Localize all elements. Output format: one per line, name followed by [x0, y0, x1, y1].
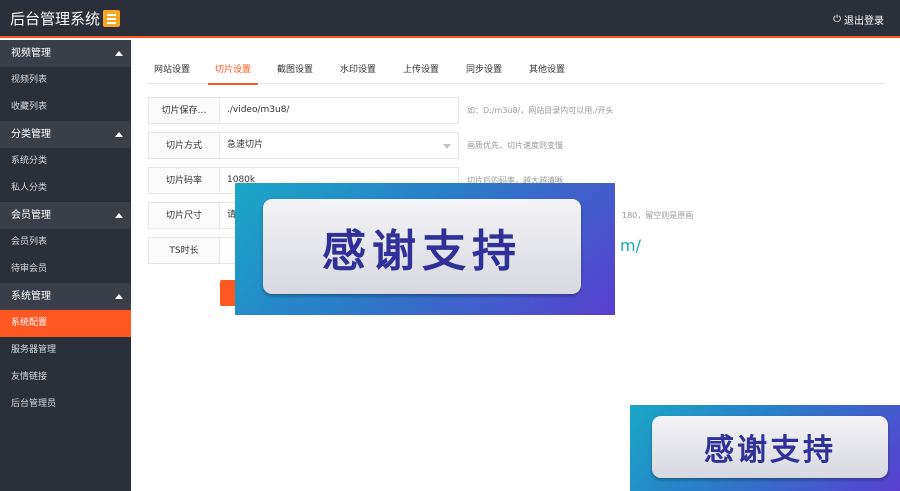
banner-plate: 感谢支持: [263, 199, 581, 294]
chevron-down-icon: [443, 144, 451, 149]
sidebar-item-video-list[interactable]: 视频列表: [0, 67, 131, 94]
tab-upload[interactable]: 上传设置: [396, 57, 446, 84]
sidebar-item-system-category[interactable]: 系统分类: [0, 148, 131, 175]
menu-icon[interactable]: [103, 10, 120, 27]
form-row-slice-path: 切片保存… ./video/m3u8/ 如：D:/m3u8/，网站目录内可以用.…: [148, 97, 614, 124]
field-label: 切片码率: [148, 167, 220, 194]
banner-text: 感谢支持: [704, 433, 836, 468]
sidebar-item-system-config[interactable]: 系统配置: [0, 310, 131, 337]
tab-watermark[interactable]: 水印设置: [333, 57, 383, 84]
tab-slice[interactable]: 切片设置: [208, 57, 258, 85]
banner-plate: 感谢支持: [652, 416, 888, 478]
sidebar-group-system[interactable]: 系统管理: [0, 283, 131, 310]
group-label: 系统管理: [11, 291, 51, 302]
thanks-banner-small: 感谢支持: [630, 405, 900, 491]
url-fragment: m/: [618, 232, 674, 260]
thanks-banner: 感谢支持: [235, 183, 615, 315]
field-label: 切片保存…: [148, 97, 220, 124]
sidebar: 视频管理 视频列表 收藏列表 分类管理 系统分类 私人分类 会员管理 会员列表 …: [0, 40, 131, 491]
form-row-slice-mode: 切片方式 急速切片 画质优先，切片速度则变慢: [148, 132, 563, 159]
sidebar-item-servers[interactable]: 服务器管理: [0, 337, 131, 364]
app-title: 后台管理系统: [10, 10, 101, 28]
caret-up-icon: [115, 132, 123, 137]
select-value: 急速切片: [227, 140, 264, 150]
sidebar-item-favorites[interactable]: 收藏列表: [0, 94, 131, 121]
caret-up-icon: [115, 294, 123, 299]
tab-screenshot[interactable]: 截图设置: [270, 57, 320, 84]
group-label: 会员管理: [11, 210, 51, 221]
tab-other[interactable]: 其他设置: [522, 57, 572, 84]
sidebar-item-private-category[interactable]: 私人分类: [0, 175, 131, 202]
caret-up-icon: [115, 51, 123, 56]
field-label: 切片尺寸: [148, 202, 220, 229]
field-hint: 如：D:/m3u8/，网站目录内可以用./开头: [467, 106, 614, 115]
logout-label: 退出登录: [844, 16, 884, 27]
sidebar-group-category[interactable]: 分类管理: [0, 121, 131, 148]
group-label: 视频管理: [11, 48, 51, 59]
banner-text: 感谢支持: [322, 225, 522, 277]
field-hint: 180，留空则是原画: [622, 211, 694, 220]
sidebar-group-members[interactable]: 会员管理: [0, 202, 131, 229]
slice-mode-select[interactable]: 急速切片: [220, 132, 459, 159]
field-label: TS时长: [148, 237, 220, 264]
sidebar-item-member-list[interactable]: 会员列表: [0, 229, 131, 256]
sidebar-item-admins[interactable]: 后台管理员: [0, 391, 131, 418]
group-label: 分类管理: [11, 129, 51, 140]
tab-site[interactable]: 网站设置: [148, 57, 196, 84]
power-icon: ⏻: [833, 14, 841, 25]
top-header: 后台管理系统 ⏻ 退出登录: [0, 0, 900, 38]
sidebar-group-video[interactable]: 视频管理: [0, 40, 131, 67]
field-label: 切片方式: [148, 132, 220, 159]
caret-up-icon: [115, 213, 123, 218]
settings-tabs: 网站设置 切片设置 截图设置 水印设置 上传设置 同步设置 其他设置: [148, 57, 884, 85]
tab-sync[interactable]: 同步设置: [459, 57, 509, 84]
sidebar-item-pending-members[interactable]: 待审会员: [0, 256, 131, 283]
sidebar-item-links[interactable]: 友情链接: [0, 364, 131, 391]
slice-path-input[interactable]: ./video/m3u8/: [220, 97, 459, 124]
field-hint: 画质优先，切片速度则变慢: [467, 141, 563, 150]
logout-button[interactable]: ⏻ 退出登录: [833, 12, 884, 27]
